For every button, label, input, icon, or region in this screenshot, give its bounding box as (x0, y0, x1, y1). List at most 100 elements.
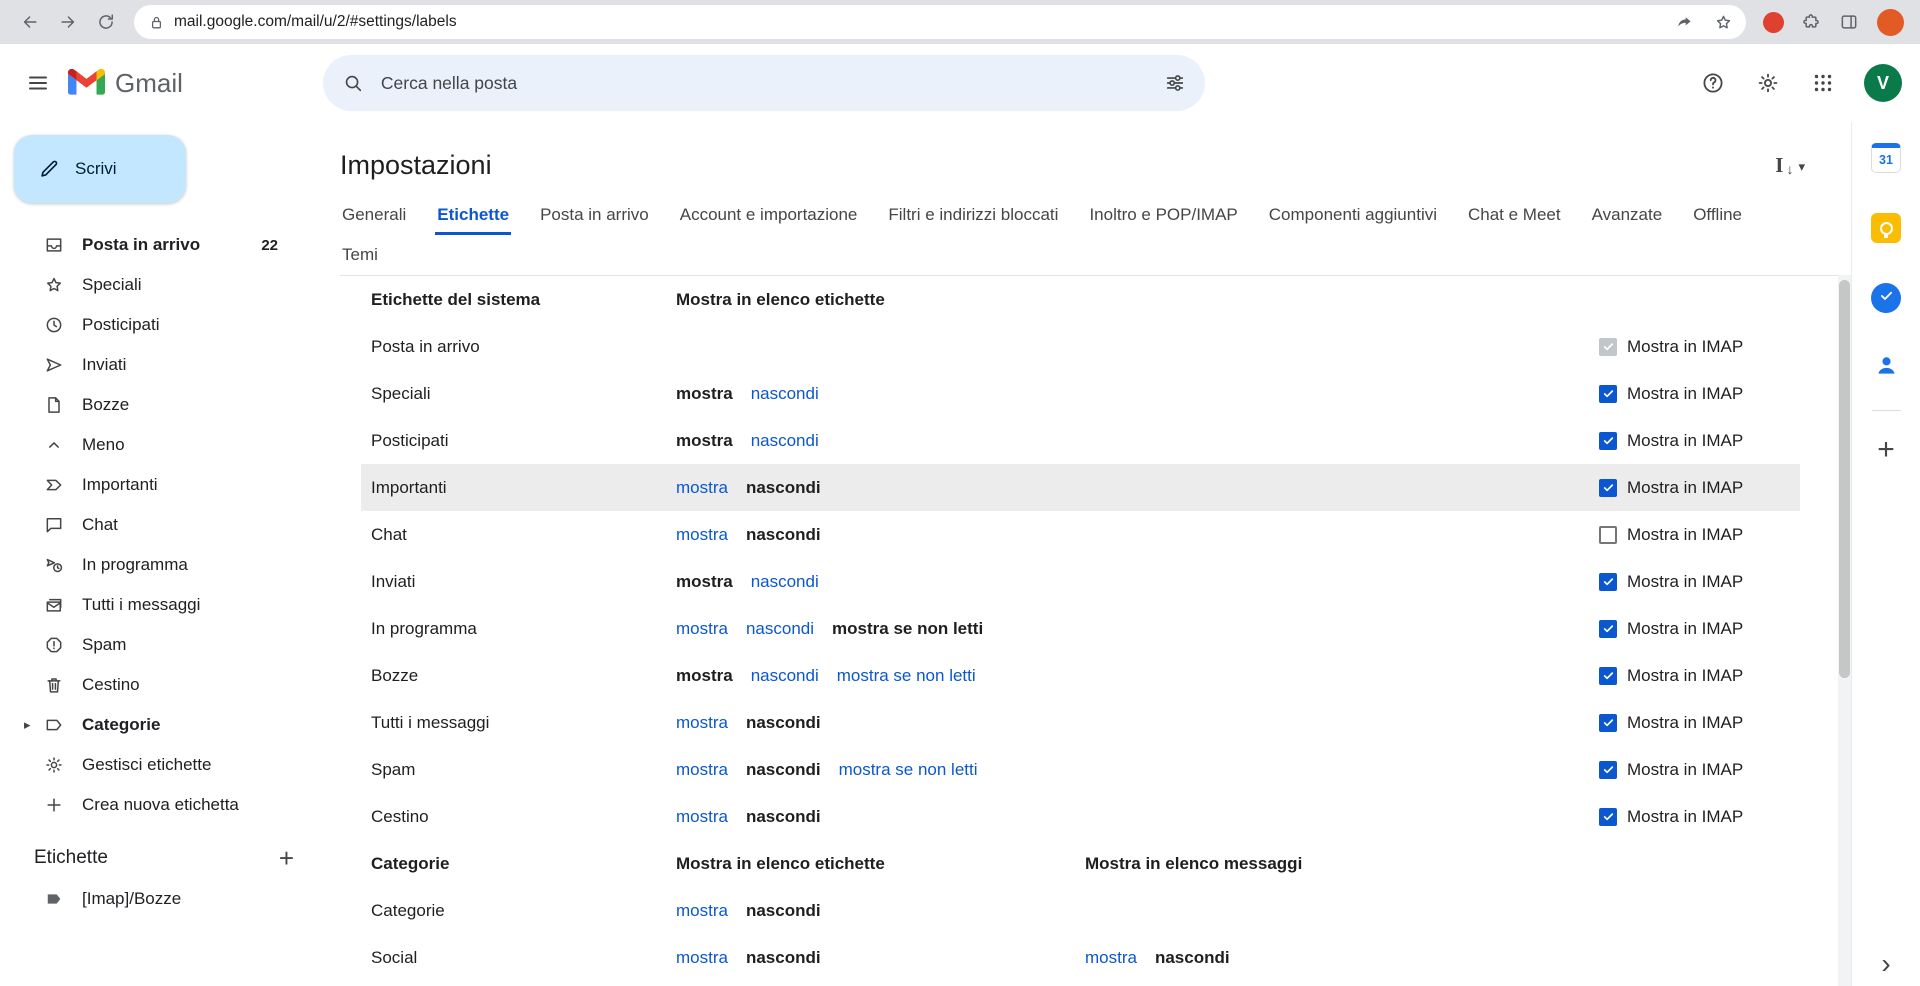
show-option[interactable]: mostra (676, 525, 728, 545)
keep-icon[interactable] (1866, 208, 1906, 248)
hide-option[interactable]: nascondi (751, 384, 819, 404)
imap-checkbox[interactable] (1599, 714, 1617, 732)
get-addons-plus-icon[interactable]: + (1877, 435, 1895, 465)
scheduled-icon (44, 555, 64, 575)
tab-temi[interactable]: Temi (340, 235, 380, 275)
sidebar-item-label: Inviati (82, 355, 126, 375)
imap-checkbox[interactable] (1599, 432, 1617, 450)
tab-chat-e-meet[interactable]: Chat e Meet (1466, 195, 1563, 235)
browser-profile-avatar[interactable] (1877, 9, 1904, 36)
contacts-icon[interactable] (1866, 348, 1906, 388)
sidebar-item-inviati[interactable]: Inviati (0, 345, 318, 385)
refresh-icon[interactable] (88, 4, 124, 40)
account-avatar[interactable]: V (1864, 64, 1902, 102)
search-input[interactable] (375, 73, 1153, 94)
show-option[interactable]: mostra (676, 807, 728, 827)
scrollbar-thumb[interactable] (1839, 280, 1850, 678)
message-list-show-option[interactable]: mostra (1085, 948, 1137, 968)
label-name: Spam (371, 760, 676, 780)
compose-button[interactable]: Scrivi (14, 135, 186, 203)
sidebar-item-categorie[interactable]: ▸ Categorie (0, 705, 318, 745)
hide-option[interactable]: nascondi (751, 572, 819, 592)
hide-option: nascondi (746, 713, 821, 733)
sidebar-item-speciali[interactable]: Speciali (0, 265, 318, 305)
search-filter-tune-icon[interactable] (1153, 61, 1197, 105)
imap-checkbox[interactable] (1599, 620, 1617, 638)
extensions-puzzle-icon[interactable] (1793, 4, 1829, 40)
sidebar-item-crea-nuova-etichetta[interactable]: Crea nuova etichetta (0, 785, 318, 825)
imap-checkbox[interactable] (1599, 526, 1617, 544)
show-option: mostra (676, 384, 733, 404)
calendar-icon[interactable]: 31 (1866, 138, 1906, 178)
browser-toolbar: mail.google.com/mail/u/2/#settings/label… (0, 0, 1920, 44)
label-row-cestino: Cestino mostranascondi Mostra in IMAP (361, 793, 1800, 840)
tab-account-e-importazione[interactable]: Account e importazione (678, 195, 860, 235)
label-list-item-imap-bozze[interactable]: [Imap]/Bozze (0, 879, 318, 919)
expand-rail-chevron-icon[interactable]: › (1852, 950, 1920, 978)
search-icon[interactable] (331, 61, 375, 105)
sidebar-item-tutti-i-messaggi[interactable]: Tutti i messaggi (0, 585, 318, 625)
show-option[interactable]: mostra (676, 619, 728, 639)
tab-filtri-e-indirizzi-bloccati[interactable]: Filtri e indirizzi bloccati (886, 195, 1060, 235)
tab-componenti-aggiuntivi[interactable]: Componenti aggiuntivi (1267, 195, 1439, 235)
label-name: In programma (371, 619, 676, 639)
imap-checkbox[interactable] (1599, 479, 1617, 497)
back-icon[interactable] (12, 4, 48, 40)
tab-avanzate[interactable]: Avanzate (1590, 195, 1665, 235)
sidebar-item-importanti[interactable]: Importanti (0, 465, 318, 505)
sidebar-item-spam[interactable]: Spam (0, 625, 318, 665)
help-icon[interactable] (1689, 59, 1737, 107)
category-row-social: Social mostranascondi mostranascondi (361, 934, 1800, 981)
imap-checkbox[interactable] (1599, 808, 1617, 826)
tab-generali[interactable]: Generali (340, 195, 408, 235)
main-scrollbar[interactable] (1838, 275, 1851, 986)
show-option[interactable]: mostra (676, 760, 728, 780)
extension-red-icon[interactable] (1763, 12, 1784, 33)
show-option[interactable]: mostra (676, 901, 728, 921)
tab-offline[interactable]: Offline (1691, 195, 1744, 235)
imap-checkbox[interactable] (1599, 573, 1617, 591)
sidebar-item-label: In programma (82, 555, 188, 575)
share-icon[interactable] (1669, 7, 1699, 37)
sidebar-item-label: Cestino (82, 675, 140, 695)
sidebar-item-posta-in-arrivo[interactable]: Posta in arrivo 22 (0, 225, 318, 265)
sidebar-item-meno[interactable]: Meno (0, 425, 318, 465)
imap-checkbox[interactable] (1599, 761, 1617, 779)
sidebar-item-chat[interactable]: Chat (0, 505, 318, 545)
show-option[interactable]: mostra (676, 948, 728, 968)
tab-etichette[interactable]: Etichette (435, 195, 511, 235)
input-tools-button[interactable]: I↓▾ (1775, 155, 1805, 176)
sidebar-item-gestisci-etichette[interactable]: Gestisci etichette (0, 745, 318, 785)
sidebar-item-in-programma[interactable]: In programma (0, 545, 318, 585)
hide-option[interactable]: nascondi (751, 431, 819, 451)
side-panel-icon[interactable] (1831, 4, 1867, 40)
gmail-brand[interactable]: Gmail (68, 68, 183, 99)
show-option[interactable]: mostra (676, 713, 728, 733)
categories-header: Categorie Mostra in elenco etichette Mos… (361, 840, 1800, 887)
create-label-plus-icon[interactable]: + (279, 845, 294, 871)
hide-option: nascondi (746, 525, 821, 545)
imap-checkbox[interactable] (1599, 385, 1617, 403)
show-option[interactable]: mostra (676, 478, 728, 498)
main-menu-hamburger-icon[interactable] (14, 59, 62, 107)
tab-posta-in-arrivo[interactable]: Posta in arrivo (538, 195, 651, 235)
apps-grid-icon[interactable] (1799, 59, 1847, 107)
bookmark-star-icon[interactable] (1708, 7, 1738, 37)
sidebar-item-posticipati[interactable]: Posticipati (0, 305, 318, 345)
imap-label: Mostra in IMAP (1627, 713, 1743, 733)
show-if-unread-option[interactable]: mostra se non letti (837, 666, 976, 686)
hide-option[interactable]: nascondi (746, 619, 814, 639)
imap-label: Mostra in IMAP (1627, 807, 1743, 827)
hide-option[interactable]: nascondi (751, 666, 819, 686)
sidebar-item-cestino[interactable]: Cestino (0, 665, 318, 705)
tab-inoltro-e-pop-imap[interactable]: Inoltro e POP/IMAP (1087, 195, 1239, 235)
settings-gear-icon[interactable] (1744, 59, 1792, 107)
tasks-icon[interactable] (1866, 278, 1906, 318)
sidebar-item-bozze[interactable]: Bozze (0, 385, 318, 425)
all-mail-icon (44, 595, 64, 615)
imap-checkbox[interactable] (1599, 667, 1617, 685)
address-bar[interactable]: mail.google.com/mail/u/2/#settings/label… (134, 5, 1746, 39)
forward-icon[interactable] (50, 4, 86, 40)
show-if-unread-option[interactable]: mostra se non letti (839, 760, 978, 780)
sidebar-item-label: Importanti (82, 475, 158, 495)
